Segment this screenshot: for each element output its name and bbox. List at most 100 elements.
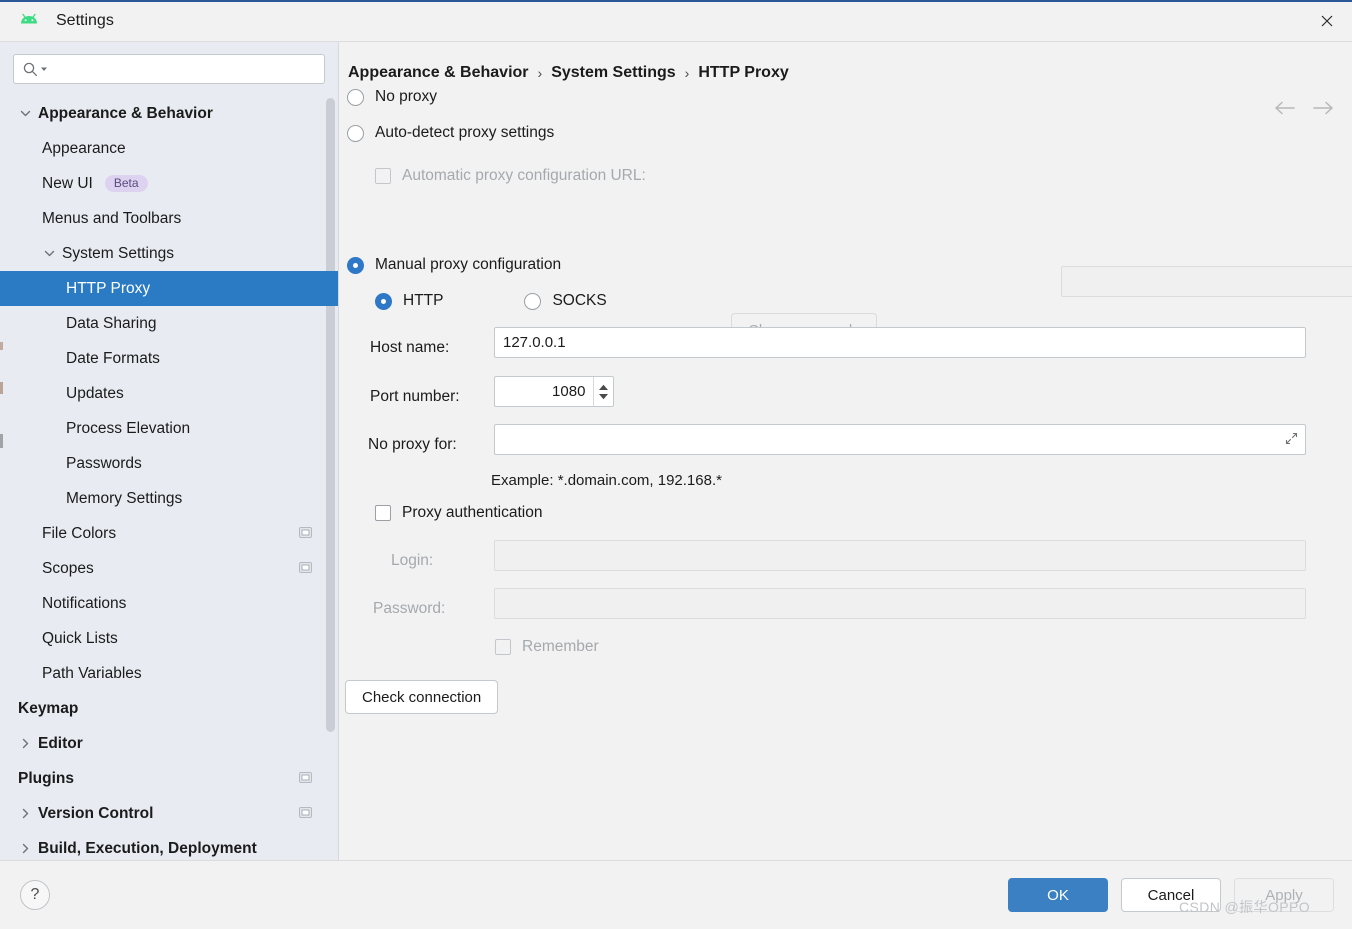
android-studio-icon <box>18 10 40 32</box>
breadcrumb-separator: › <box>537 65 543 81</box>
host-name-input[interactable] <box>494 327 1306 358</box>
chevron-down-icon[interactable] <box>42 247 56 261</box>
remember-checkbox <box>495 639 511 655</box>
expand-icon[interactable] <box>1285 432 1298 445</box>
radio-auto-detect-indicator[interactable] <box>347 124 364 142</box>
search-box[interactable] <box>13 54 325 84</box>
sidebar-item-quick-lists[interactable]: Quick Lists <box>0 621 338 656</box>
pac-url-row: Automatic proxy configuration URL: <box>375 167 646 185</box>
beta-badge: Beta <box>104 175 148 192</box>
proxy-authentication-checkbox[interactable] <box>375 505 391 521</box>
sidebar-item-version-control[interactable]: Version Control <box>0 796 338 831</box>
password-label: Password: <box>373 600 446 617</box>
breadcrumb-item: HTTP Proxy <box>698 64 789 81</box>
remember-label: Remember <box>522 638 599 655</box>
sidebar-item-label: Data Sharing <box>66 314 157 332</box>
sidebar-item-http-proxy[interactable]: HTTP Proxy <box>0 271 338 306</box>
sidebar-item-updates[interactable]: Updates <box>0 376 338 411</box>
breadcrumb-item[interactable]: System Settings <box>551 64 675 82</box>
sidebar-item-new-ui[interactable]: New UI Beta <box>0 166 338 201</box>
radio-socks-indicator[interactable] <box>524 292 542 310</box>
radio-http-indicator[interactable] <box>375 292 392 310</box>
close-icon[interactable] <box>1302 0 1352 41</box>
password-input <box>494 588 1306 619</box>
sidebar-item-system-settings[interactable]: System Settings <box>0 236 338 271</box>
radio-manual-proxy[interactable]: Manual proxy configuration <box>347 256 561 274</box>
chevron-down-icon[interactable] <box>18 107 32 121</box>
settings-window: Settings Appearance & Behavior Appearanc… <box>0 0 1352 929</box>
sidebar-item-label: Menus and Toolbars <box>42 209 182 227</box>
apply-button: Apply <box>1234 878 1334 912</box>
sidebar-item-plugins[interactable]: Plugins <box>0 761 338 796</box>
port-number-stepper[interactable] <box>494 376 614 407</box>
chevron-right-icon[interactable] <box>18 842 32 856</box>
port-number-input[interactable] <box>495 377 594 406</box>
sidebar-item-appearance[interactable]: Appearance <box>0 131 338 166</box>
help-icon[interactable]: ? <box>20 880 50 910</box>
login-input <box>494 540 1306 571</box>
sidebar-item-label: Version Control <box>38 804 154 822</box>
sidebar-item-date-formats[interactable]: Date Formats <box>0 341 338 376</box>
search-icon <box>22 61 39 78</box>
sidebar-item-passwords[interactable]: Passwords <box>0 446 338 481</box>
radio-socks[interactable]: SOCKS <box>524 292 607 310</box>
chevron-right-icon[interactable] <box>18 807 32 821</box>
breadcrumb-item[interactable]: Appearance & Behavior <box>348 64 529 82</box>
login-label: Login: <box>391 552 434 569</box>
sidebar-item-label: Plugins <box>18 769 74 787</box>
no-proxy-for-field <box>494 424 1306 455</box>
sidebar-item-editor[interactable]: Editor <box>0 726 338 761</box>
remember-checkbox-row: Remember <box>495 638 599 656</box>
sidebar-item-label: Editor <box>38 734 83 752</box>
sidebar-item-build-execution-deployment[interactable]: Build, Execution, Deployment <box>0 831 338 860</box>
sidebar-item-file-colors[interactable]: File Colors <box>0 516 338 551</box>
sidebar-item-label: Date Formats <box>66 349 160 367</box>
radio-http[interactable]: HTTP <box>375 292 443 310</box>
sidebar-item-memory-settings[interactable]: Memory Settings <box>0 481 338 516</box>
sidebar-item-data-sharing[interactable]: Data Sharing <box>0 306 338 341</box>
sidebar-item-notifications[interactable]: Notifications <box>0 586 338 621</box>
spinner-down-icon[interactable] <box>598 393 609 400</box>
sidebar-item-label: Appearance & Behavior <box>38 104 213 122</box>
sidebar-item-appearance-behavior[interactable]: Appearance & Behavior <box>0 96 338 131</box>
check-connection-button[interactable]: Check connection <box>345 680 499 714</box>
sidebar-item-menus-and-toolbars[interactable]: Menus and Toolbars <box>0 201 338 236</box>
sidebar-item-label: Process Elevation <box>66 419 191 437</box>
search-container <box>0 42 338 94</box>
pac-url-input <box>1061 266 1352 297</box>
cancel-button[interactable]: Cancel <box>1121 878 1221 912</box>
sidebar-item-path-variables[interactable]: Path Variables <box>0 656 338 691</box>
sidebar-item-process-elevation[interactable]: Process Elevation <box>0 411 338 446</box>
radio-auto-detect-label: Auto-detect proxy settings <box>375 124 555 141</box>
radio-socks-label: SOCKS <box>552 292 607 309</box>
search-input[interactable] <box>54 60 316 78</box>
sidebar-item-label: File Colors <box>42 524 117 542</box>
radio-no-proxy[interactable]: No proxy <box>347 88 437 106</box>
radio-manual-proxy-indicator[interactable] <box>347 256 364 274</box>
sidebar-item-label: Build, Execution, Deployment <box>38 839 257 857</box>
port-number-label: Port number: <box>370 388 460 405</box>
chevron-down-icon[interactable] <box>40 65 48 73</box>
proxy-authentication-label: Proxy authentication <box>402 504 543 521</box>
port-spinner-buttons[interactable] <box>593 377 613 406</box>
spinner-up-icon[interactable] <box>598 384 609 391</box>
chevron-right-icon[interactable] <box>18 737 32 751</box>
title-accent-line <box>0 0 1352 2</box>
radio-auto-detect[interactable]: Auto-detect proxy settings <box>347 124 554 142</box>
settings-body: Appearance & Behavior Appearance New UI Bet… <box>0 42 1352 860</box>
sidebar-item-scopes[interactable]: Scopes <box>0 551 338 586</box>
settings-tree[interactable]: Appearance & Behavior Appearance New UI Bet… <box>0 94 338 860</box>
sidebar-item-label: Quick Lists <box>42 629 118 647</box>
sidebar-item-label: New UI <box>42 174 93 192</box>
sidebar-item-keymap[interactable]: Keymap <box>0 691 338 726</box>
ok-button[interactable]: OK <box>1008 878 1108 912</box>
project-scope-icon <box>299 807 312 818</box>
sidebar-item-label: Scopes <box>42 559 94 577</box>
no-proxy-for-label: No proxy for: <box>368 436 457 453</box>
radio-no-proxy-indicator[interactable] <box>347 88 364 106</box>
dialog-footer: ? OK Cancel Apply CSDN @振华OPPO <box>0 860 1352 929</box>
no-proxy-for-input[interactable] <box>494 424 1306 455</box>
proxy-authentication-checkbox-row[interactable]: Proxy authentication <box>375 504 542 522</box>
no-proxy-example-text: Example: *.domain.com, 192.168.* <box>491 472 722 489</box>
sidebar-item-label: System Settings <box>62 244 174 262</box>
